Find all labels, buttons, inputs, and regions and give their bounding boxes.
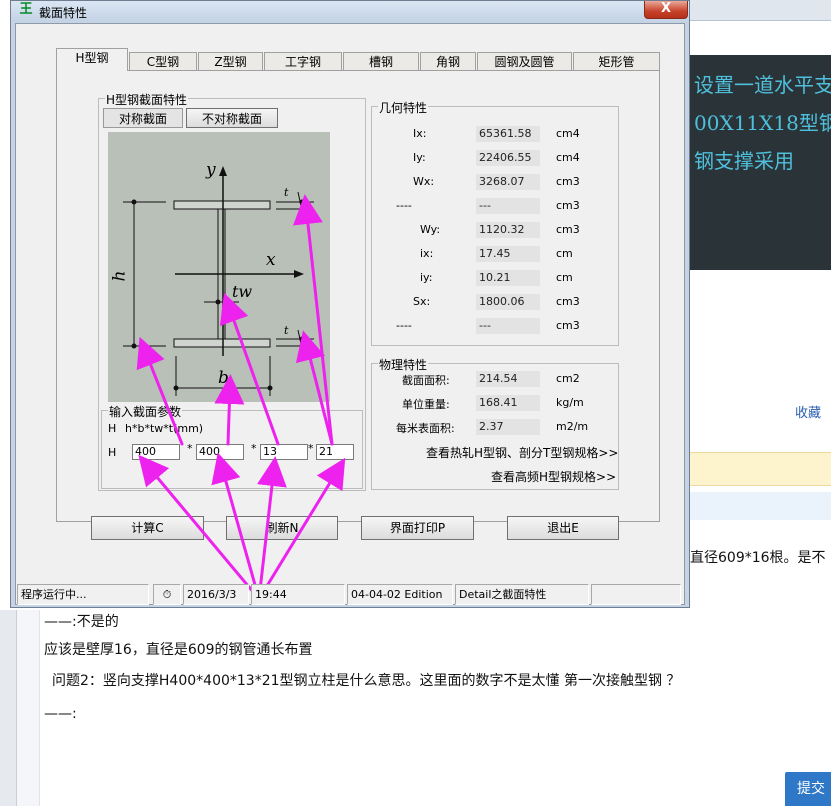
banner-line-1: 设置一道水平支 bbox=[694, 73, 831, 97]
status-empty bbox=[591, 584, 681, 605]
status-detail: Detail之截面特性 bbox=[455, 584, 589, 605]
status-running: 程序运行中... bbox=[17, 584, 149, 605]
reply-line-2: ——: bbox=[44, 706, 77, 722]
timer-icon: ⏱ bbox=[153, 584, 181, 605]
status-date: 2016/3/3 bbox=[183, 584, 249, 605]
info-band bbox=[690, 492, 831, 520]
notice-band bbox=[690, 452, 831, 486]
status-edition: 04-04-02 Edition bbox=[347, 584, 453, 605]
answer-line: 应该是壁厚16，直径是609的钢管通长布置 bbox=[44, 642, 313, 658]
question-line: 问题2：竖向支撑H400*400*13*21型钢立柱是什么意思。这里面的数字不是… bbox=[52, 673, 681, 689]
reply-line-1: ——:不是的 bbox=[44, 614, 119, 630]
dark-image-banner: 设置一道水平支 00X11X18型钢, 钢支撑采用 bbox=[690, 55, 831, 270]
close-button[interactable]: X bbox=[644, 1, 688, 19]
collect-link[interactable]: 收藏 bbox=[795, 402, 821, 421]
app-icon: 王 bbox=[19, 2, 33, 17]
page-left-rail bbox=[16, 610, 40, 806]
title-bar[interactable]: 王 截面特性 X bbox=[11, 1, 689, 21]
status-time: 19:44 bbox=[251, 584, 345, 605]
section-properties-window: 王 截面特性 X H型钢 C型钢 Z型钢 工字钢 槽钢 角钢 圆钢及圆管 矩形管… bbox=[10, 0, 690, 608]
status-bar: 程序运行中... ⏱ 2016/3/3 19:44 04-04-02 Editi… bbox=[15, 584, 685, 606]
tab-h-steel[interactable]: H型钢 bbox=[56, 48, 128, 71]
window-title: 截面特性 bbox=[39, 6, 88, 20]
banner-line-3: 钢支撑采用 bbox=[694, 149, 794, 173]
browser-tab-strip bbox=[690, 0, 831, 21]
annotation-arrows bbox=[136, 194, 346, 601]
banner-line-2: 00X11X18型钢, bbox=[694, 111, 831, 135]
side-text: 直径609*16根。是不 bbox=[690, 550, 826, 566]
submit-button[interactable]: 提交 bbox=[785, 772, 831, 806]
dialog-client-area: H型钢 C型钢 Z型钢 工字钢 槽钢 角钢 圆钢及圆管 矩形管 H型钢截面特性 … bbox=[15, 23, 685, 605]
page-left-margin bbox=[0, 610, 16, 806]
